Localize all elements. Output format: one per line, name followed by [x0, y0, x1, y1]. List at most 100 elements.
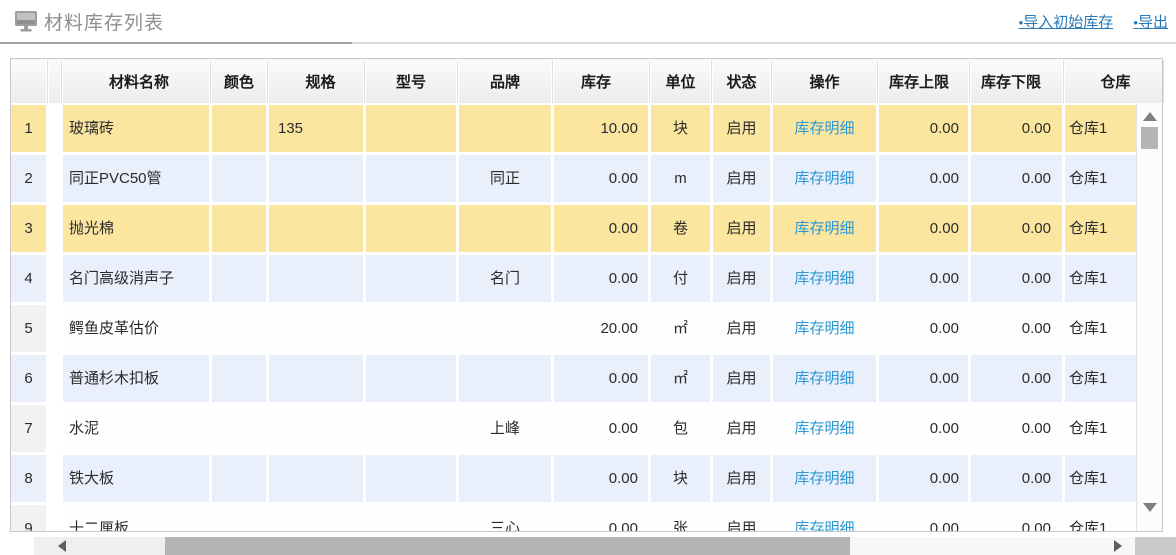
title-underline: [352, 42, 1176, 44]
table-row[interactable]: 5 鳄鱼皮革估价 20.00 ㎡ 启用 库存明细 0.00 0.00 仓库1: [11, 305, 1136, 352]
stock-detail-link[interactable]: 库存明细: [773, 355, 876, 402]
status-cell: 启用: [713, 355, 770, 402]
spec-cell: [269, 155, 363, 202]
model-cell: [366, 105, 456, 152]
spec-cell: [269, 405, 363, 452]
warehouse-cell: 仓库1: [1065, 355, 1136, 402]
column-header-num[interactable]: [11, 59, 46, 103]
column-header-status[interactable]: 状态: [713, 59, 770, 103]
table-row[interactable]: 9 十二厘板 三心 0.00 张 启用 库存明细 0.00 0.00 仓库1: [11, 505, 1136, 531]
stock-upper-limit-cell: 0.00: [879, 105, 968, 152]
status-cell: 启用: [713, 305, 770, 352]
spec-cell: [269, 205, 363, 252]
row-selector-cell[interactable]: [49, 305, 60, 352]
stock-detail-link[interactable]: 库存明细: [773, 505, 876, 531]
stock-upper-limit-cell: 0.00: [879, 355, 968, 402]
table-rows: 1 玻璃砖 135 10.00 块 启用 库存明细 0.00 0.00 仓库1 …: [11, 103, 1136, 531]
column-header-name[interactable]: 材料名称: [63, 59, 209, 103]
column-header-unit[interactable]: 单位: [651, 59, 710, 103]
scroll-left-button[interactable]: [34, 537, 90, 555]
material-name-cell: 抛光棉: [63, 205, 209, 252]
warehouse-cell: 仓库1: [1065, 205, 1136, 252]
import-initial-stock-link[interactable]: •导入初始库存: [1019, 14, 1114, 31]
stock-detail-link[interactable]: 库存明细: [773, 255, 876, 302]
row-selector-cell[interactable]: [49, 455, 60, 502]
column-header-spec[interactable]: 规格: [269, 59, 363, 103]
status-cell: 启用: [713, 105, 770, 152]
row-selector-cell[interactable]: [49, 355, 60, 402]
material-name-cell: 十二厘板: [63, 505, 209, 531]
color-cell: [212, 305, 266, 352]
row-selector-cell[interactable]: [49, 105, 60, 152]
color-cell: [212, 355, 266, 402]
stock-upper-limit-cell: 0.00: [879, 255, 968, 302]
stock-detail-link[interactable]: 库存明细: [773, 105, 876, 152]
unit-cell: 包: [651, 405, 710, 452]
spec-cell: 135: [269, 105, 363, 152]
column-header-model[interactable]: 型号: [366, 59, 456, 103]
vertical-scrollbar-thumb[interactable]: [1141, 127, 1158, 149]
unit-cell: 张: [651, 505, 710, 531]
warehouse-cell: 仓库1: [1065, 455, 1136, 502]
horizontal-scrollbar-track[interactable]: [850, 537, 1101, 555]
brand-cell: 三心: [459, 505, 551, 531]
table-row[interactable]: 8 铁大板 0.00 块 启用 库存明细 0.00 0.00 仓库1: [11, 455, 1136, 502]
stock-lower-limit-cell: 0.00: [971, 205, 1062, 252]
column-header-upper[interactable]: 库存上限: [879, 59, 968, 103]
column-header-wh[interactable]: 仓库: [1065, 59, 1162, 103]
vertical-scrollbar[interactable]: [1136, 103, 1162, 531]
stock-cell: 0.00: [554, 505, 648, 531]
row-selector-cell[interactable]: [49, 405, 60, 452]
row-selector-cell[interactable]: [49, 155, 60, 202]
title-bar: 材料库存列表 •导入初始库存 •导出: [0, 0, 1176, 42]
brand-cell: [459, 305, 551, 352]
stock-upper-limit-cell: 0.00: [879, 305, 968, 352]
brand-cell: 同正: [459, 155, 551, 202]
unit-cell: ㎡: [651, 305, 710, 352]
table-row[interactable]: 4 名门高级消声子 名门 0.00 付 启用 库存明细 0.00 0.00 仓库…: [11, 255, 1136, 302]
horizontal-scrollbar[interactable]: [34, 537, 1176, 555]
color-cell: [212, 505, 266, 531]
horizontal-scrollbar-thumb[interactable]: [165, 537, 850, 555]
column-header-color[interactable]: 颜色: [212, 59, 266, 103]
table-row[interactable]: 6 普通杉木扣板 0.00 ㎡ 启用 库存明细 0.00 0.00 仓库1: [11, 355, 1136, 402]
stock-cell: 0.00: [554, 255, 648, 302]
export-link[interactable]: •导出: [1133, 14, 1168, 31]
stock-detail-link[interactable]: 库存明细: [773, 155, 876, 202]
column-header-brand[interactable]: 品牌: [459, 59, 551, 103]
row-number-cell: 4: [11, 255, 46, 302]
column-header-lower[interactable]: 库存下限: [971, 59, 1062, 103]
row-selector-cell[interactable]: [49, 505, 60, 531]
row-selector-cell[interactable]: [49, 205, 60, 252]
warehouse-cell: 仓库1: [1065, 505, 1136, 531]
table-row[interactable]: 1 玻璃砖 135 10.00 块 启用 库存明细 0.00 0.00 仓库1: [11, 105, 1136, 152]
row-selector-cell[interactable]: [49, 255, 60, 302]
inventory-grid: 材料名称颜色规格型号品牌库存单位状态操作库存上限库存下限仓库 1 玻璃砖 135…: [10, 58, 1163, 532]
stock-lower-limit-cell: 0.00: [971, 305, 1062, 352]
horizontal-scrollbar-track[interactable]: [90, 537, 165, 555]
stock-detail-link[interactable]: 库存明细: [773, 205, 876, 252]
column-header-sel[interactable]: [49, 59, 60, 103]
table-row[interactable]: 3 抛光棉 0.00 卷 启用 库存明细 0.00 0.00 仓库1: [11, 205, 1136, 252]
column-header-action[interactable]: 操作: [773, 59, 876, 103]
table-row[interactable]: 2 同正PVC50管 同正 0.00 m 启用 库存明细 0.00 0.00 仓…: [11, 155, 1136, 202]
material-name-cell: 玻璃砖: [63, 105, 209, 152]
row-number-cell: 6: [11, 355, 46, 402]
stock-detail-link[interactable]: 库存明细: [773, 455, 876, 502]
stock-cell: 0.00: [554, 355, 648, 402]
stock-detail-link[interactable]: 库存明细: [773, 405, 876, 452]
table-row[interactable]: 7 水泥 上峰 0.00 包 启用 库存明细 0.00 0.00 仓库1: [11, 405, 1136, 452]
column-header-stock[interactable]: 库存: [554, 59, 648, 103]
row-number-cell: 2: [11, 155, 46, 202]
stock-cell: 0.00: [554, 455, 648, 502]
model-cell: [366, 305, 456, 352]
scroll-right-button[interactable]: [1101, 537, 1135, 555]
color-cell: [212, 255, 266, 302]
scroll-up-icon[interactable]: [1143, 112, 1157, 121]
unit-cell: 卷: [651, 205, 710, 252]
status-cell: 启用: [713, 205, 770, 252]
material-name-cell: 普通杉木扣板: [63, 355, 209, 402]
stock-detail-link[interactable]: 库存明细: [773, 305, 876, 352]
model-cell: [366, 355, 456, 402]
scroll-down-icon[interactable]: [1143, 503, 1157, 512]
